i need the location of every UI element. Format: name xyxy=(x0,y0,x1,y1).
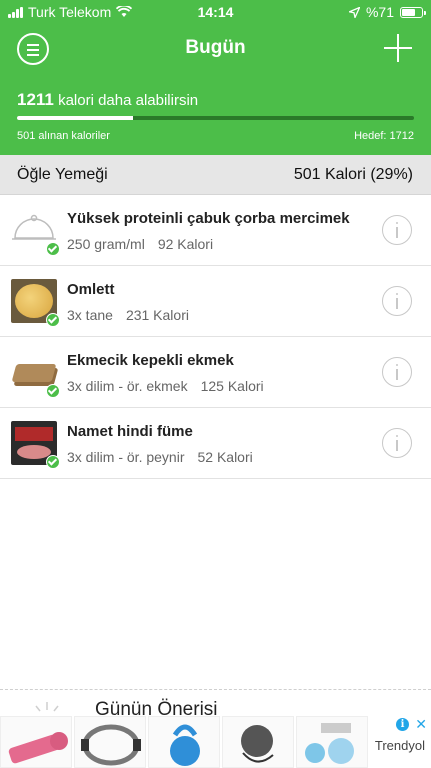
food-name: Omlett xyxy=(67,281,115,298)
food-name: Ekmecik kepekli ekmek xyxy=(67,352,234,369)
target-calories-label: Hedef: 1712 xyxy=(354,130,414,142)
ad-banner[interactable]: Trendyol xyxy=(0,716,431,768)
info-icon[interactable] xyxy=(382,428,412,458)
food-details: 3x dilim - ör. ekmek 125 Kalori xyxy=(67,378,264,394)
food-amount: 3x dilim - ör. peynir xyxy=(67,449,185,465)
meal-section-header[interactable]: Öğle Yemeği 501 Kalori (29%) xyxy=(0,155,431,195)
food-details: 3x dilim - ör. peynir 52 Kalori xyxy=(67,449,253,465)
food-amount: 250 gram/ml xyxy=(67,236,145,252)
battery-percent: %71 xyxy=(365,4,394,20)
ad-product-yoga-mat[interactable] xyxy=(0,716,72,768)
eaten-calories-label: 501 alınan kaloriler xyxy=(17,130,110,142)
calorie-progress-bar xyxy=(17,116,414,120)
ad-info-icon[interactable]: i xyxy=(396,718,409,731)
ad-product-kettlebell[interactable] xyxy=(148,716,220,768)
status-bar: Turk Telekom 14:14 %71 xyxy=(0,0,431,24)
food-calories: 125 Kalori xyxy=(200,378,264,394)
food-details: 3x tane 231 Kalori xyxy=(67,307,189,323)
add-button[interactable] xyxy=(384,34,412,62)
ad-product-pilates-ring[interactable] xyxy=(74,716,146,768)
checkmark-icon xyxy=(46,242,60,256)
meal-calories: 501 Kalori (29%) xyxy=(293,166,413,183)
ad-product-medicine-ball[interactable] xyxy=(222,716,294,768)
remaining-calories: 1211 kalori daha alabilirsin xyxy=(17,90,198,110)
ad-product-gym-ball-set[interactable] xyxy=(296,716,368,768)
checkmark-icon xyxy=(46,384,60,398)
section-divider xyxy=(0,689,431,690)
location-arrow-icon xyxy=(348,6,360,18)
food-item[interactable]: Ekmecik kepekli ekmek 3x dilim - ör. ekm… xyxy=(0,337,431,408)
food-item[interactable]: Namet hindi füme 3x dilim - ör. peynir 52… xyxy=(0,408,431,479)
food-amount: 3x dilim - ör. ekmek xyxy=(67,378,188,394)
food-name: Yüksek proteinli çabuk çorba mercimek xyxy=(67,210,350,227)
food-calories: 231 Kalori xyxy=(125,307,189,323)
food-item[interactable]: Yüksek proteinli çabuk çorba mercimek 25… xyxy=(0,195,431,266)
info-icon[interactable] xyxy=(382,357,412,387)
food-calories: 92 Kalori xyxy=(157,236,214,252)
meal-name: Öğle Yemeği xyxy=(17,166,108,183)
food-details: 250 gram/ml 92 Kalori xyxy=(67,236,213,252)
checkmark-icon xyxy=(46,455,60,469)
summary-panel: Turk Telekom 14:14 %71 Bugün 1211 kalori… xyxy=(0,0,431,155)
sun-rays-icon xyxy=(35,702,59,712)
food-calories: 52 Kalori xyxy=(197,449,253,465)
checkmark-icon xyxy=(46,313,60,327)
food-item[interactable]: Omlett 3x tane 231 Kalori xyxy=(0,266,431,337)
info-icon[interactable] xyxy=(382,215,412,245)
ad-close-icon[interactable]: ✕ xyxy=(415,716,427,733)
info-icon[interactable] xyxy=(382,286,412,316)
food-name: Namet hindi füme xyxy=(67,423,193,440)
page-title: Bugün xyxy=(185,37,246,58)
battery-icon xyxy=(400,6,426,18)
remaining-calories-value: 1211 xyxy=(17,90,54,109)
food-amount: 3x tane xyxy=(67,307,113,323)
ad-brand-name[interactable]: Trendyol xyxy=(375,738,425,753)
remaining-calories-label: kalori daha alabilirsin xyxy=(58,92,199,109)
